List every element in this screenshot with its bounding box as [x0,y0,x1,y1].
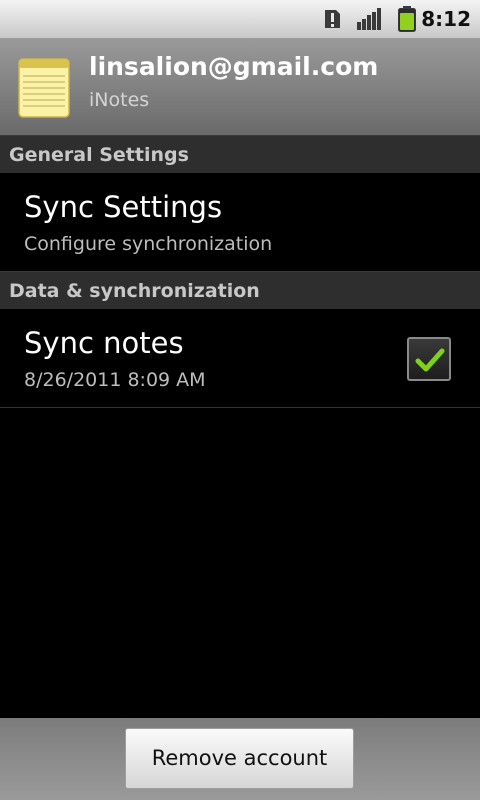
account-email: linsalion@gmail.com [89,52,379,81]
section-header-general: General Settings [0,135,480,173]
account-settings-screen: 8:12 linsalion@gmail.com iNotes General … [0,0,480,800]
section-header-label: General Settings [9,144,189,166]
sync-notes-title: Sync notes [24,326,184,360]
signal-icon [357,8,381,30]
sync-settings-title: Sync Settings [24,190,223,224]
remove-account-button[interactable]: Remove account [125,728,354,789]
status-bar: 8:12 [0,0,480,38]
sync-notes-item[interactable]: Sync notes 8/26/2011 8:09 AM [0,309,480,407]
account-header: linsalion@gmail.com iNotes [0,38,480,135]
bottom-bar: Remove account [0,718,480,800]
sync-settings-item[interactable]: Sync Settings Configure synchronization [0,173,480,271]
list-divider [0,407,480,408]
sync-notes-timestamp: 8/26/2011 8:09 AM [24,369,206,391]
battery-icon [398,6,416,32]
clock: 8:12 [421,7,471,31]
section-header-label: Data & synchronization [9,280,260,302]
sync-notes-checkbox[interactable] [407,337,451,381]
checkmark-icon [415,348,445,372]
alert-icon [325,10,340,28]
section-header-data-sync: Data & synchronization [0,271,480,309]
sync-settings-summary: Configure synchronization [24,233,273,255]
account-app-name: iNotes [89,89,150,111]
notepad-icon [18,58,70,118]
